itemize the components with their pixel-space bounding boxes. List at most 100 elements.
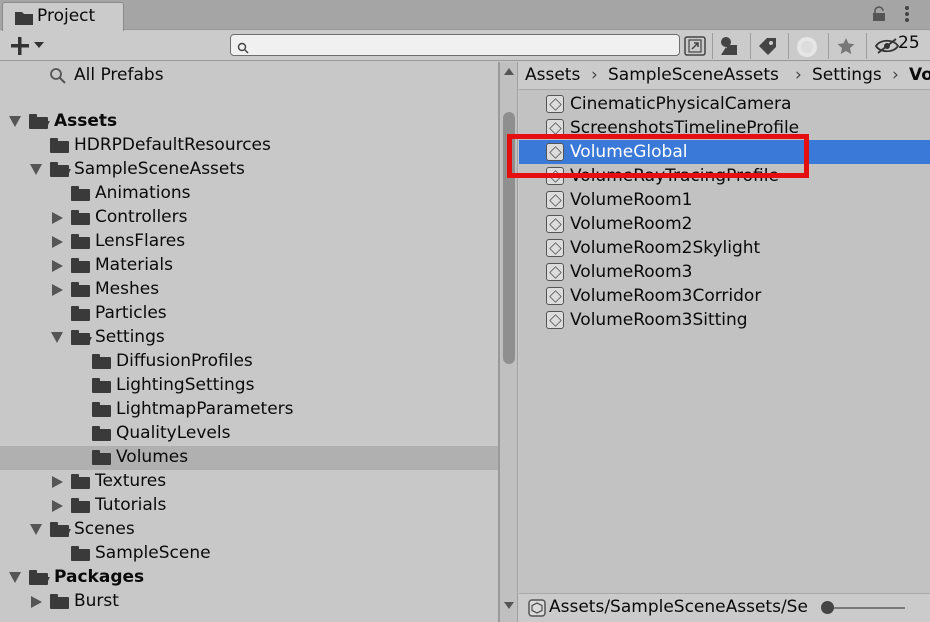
breadcrumb-item[interactable]: SampleSceneAssets [608,65,779,85]
tree-item-label: SampleSceneAssets [74,159,245,179]
tree-item-label: Materials [95,255,173,275]
tree-item-scenes[interactable]: Scenes [0,518,498,542]
collapse-arrow-icon[interactable] [52,260,63,272]
list-item[interactable]: VolumeRoom1 [519,188,930,212]
filter-type-button[interactable] [712,33,746,59]
collapse-arrow-icon[interactable] [52,236,63,248]
list-item-label: VolumeRoom3Corridor [570,286,762,306]
tree-item-particles[interactable]: Particles [0,302,498,326]
tree-item-qualitylevels[interactable]: QualityLevels [0,422,498,446]
tree-item-samplescene[interactable]: SampleScene [0,542,498,566]
tree-item-label: Scenes [74,519,135,539]
create-button[interactable] [10,34,50,58]
volume-profile-icon [528,599,546,622]
breadcrumb-item[interactable]: Vo [909,65,930,85]
search-box[interactable] [230,34,680,56]
tree-item-volumes[interactable]: Volumes [0,446,498,470]
search-mode-icon [683,35,707,62]
tree-item-packages[interactable]: Packages [0,566,498,590]
favorite-button[interactable] [828,33,862,59]
log-button[interactable] [788,33,822,59]
collapse-arrow-icon[interactable] [52,284,63,296]
collapse-arrow-icon[interactable] [52,212,63,224]
filter-label-button[interactable] [750,33,784,59]
breadcrumb-item[interactable]: Settings [812,65,882,85]
folder-icon [71,306,90,321]
folder-icon [71,258,90,273]
hidden-packages-icon [874,38,900,59]
tree-item-label: LightmapParameters [116,399,294,419]
collapse-arrow-icon[interactable] [52,500,63,512]
list-item[interactable]: CinematicPhysicalCamera [519,92,930,116]
list-item-label: VolumeRoom3 [570,262,693,282]
tab-label: Project [37,6,96,26]
folder-icon [71,210,90,225]
tree-item-meshes[interactable]: Meshes [0,278,498,302]
collapse-arrow-icon[interactable] [52,476,63,488]
log-icon [796,36,818,63]
list-item[interactable]: VolumeRoom3Corridor [519,284,930,308]
list-item-label: VolumeRoom3Sitting [570,310,748,330]
filter-label-icon [758,37,778,60]
folder-icon [71,546,90,561]
expand-arrow-icon[interactable] [30,164,42,175]
tree-item-label: LensFlares [95,231,186,251]
tree-item-diffusionprofiles[interactable]: DiffusionProfiles [0,350,498,374]
tab-project[interactable]: Project [2,2,124,31]
filter-type-icon [719,36,741,61]
volume-profile-icon [546,239,564,257]
zoom-slider[interactable] [825,607,905,609]
tree-item-textures[interactable]: Textures [0,470,498,494]
volume-profile-icon [546,215,564,233]
list-item[interactable]: VolumeRoom2Skylight [519,236,930,260]
tree-item-lightingsettings[interactable]: LightingSettings [0,374,498,398]
tree-item-label: SampleScene [95,543,211,563]
tree-item-label: Tutorials [95,495,167,515]
lock-icon[interactable] [872,6,886,27]
folder-icon [15,10,33,30]
list-item[interactable]: VolumeRoom3Sitting [519,308,930,332]
folder-open-icon [50,522,71,537]
list-item[interactable]: VolumeRoom2 [519,212,930,236]
tree-item-label: Animations [95,183,191,203]
tree-item-all-prefabs[interactable]: All Prefabs [0,64,498,88]
tree-item-materials[interactable]: Materials [0,254,498,278]
tree-item-lensflares[interactable]: LensFlares [0,230,498,254]
toolbar: 25 [0,31,930,61]
list-item-label: VolumeRoom2Skylight [570,238,761,258]
tree-item-assets[interactable]: Assets [0,110,498,134]
tree-item-label: All Prefabs [74,65,164,85]
plus-icon [10,33,30,59]
folder-open-icon [50,162,71,177]
scroll-up-icon[interactable] [504,68,514,75]
tree-item-tutorials[interactable]: Tutorials [0,494,498,518]
list-item-label: VolumeRoom1 [570,190,693,210]
more-options-icon[interactable] [904,5,910,23]
tree-item-animations[interactable]: Animations [0,182,498,206]
tree-item-samplesceneassets[interactable]: SampleSceneAssets [0,158,498,182]
tree-item-label: Burst [74,591,119,611]
search-icon [50,68,66,89]
collapse-arrow-icon[interactable] [31,596,42,608]
tree-item-label: LightingSettings [116,375,255,395]
volume-profile-icon [546,263,564,281]
breadcrumb-item[interactable]: Assets [525,65,580,85]
search-mode-button[interactable] [680,33,714,59]
expand-arrow-icon[interactable] [9,116,21,127]
folder-open-icon [71,330,92,345]
project-tree: All Prefabs Assets HDRPDefaultResources … [0,62,500,622]
zoom-slider-handle[interactable] [821,601,834,614]
folder-open-icon [29,114,50,129]
expand-arrow-icon[interactable] [51,332,63,343]
list-item[interactable]: VolumeRoom3 [519,260,930,284]
scroll-down-icon[interactable] [504,602,514,609]
tree-item-settings[interactable]: Settings [0,326,498,350]
expand-arrow-icon[interactable] [9,572,21,583]
folder-icon [92,354,111,369]
tree-item-hdrpdefaultresources[interactable]: HDRPDefaultResources [0,134,498,158]
tree-item-burst[interactable]: Burst [0,590,498,614]
tree-item-lightmapparameters[interactable]: LightmapParameters [0,398,498,422]
tree-item-controllers[interactable]: Controllers [0,206,498,230]
expand-arrow-icon[interactable] [30,524,42,535]
search-input[interactable] [253,36,673,54]
